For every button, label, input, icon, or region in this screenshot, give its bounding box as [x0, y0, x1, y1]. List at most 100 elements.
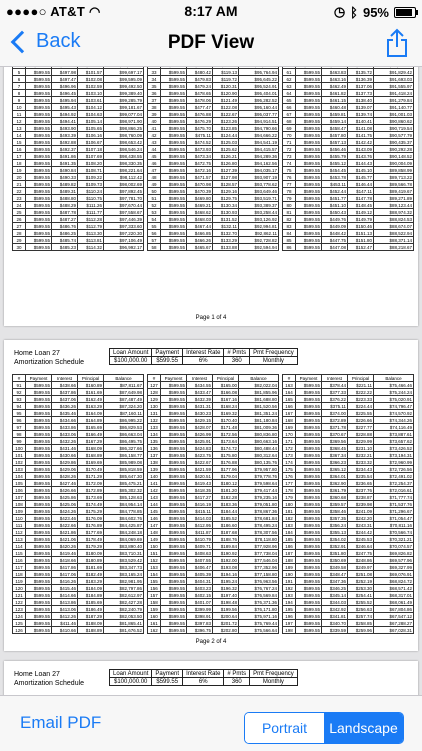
table-cell: $94,289.36 [238, 152, 279, 160]
table-cell: 165 [282, 395, 296, 403]
table-cell: $245.53 [347, 535, 374, 543]
table-cell: 112 [12, 528, 26, 536]
table-cell: $85,302.32 [103, 486, 144, 494]
table-cell: $421.06 [51, 535, 78, 543]
table-row: 61 $599.55 $463.83 $135.72 $91,829.42 [282, 68, 414, 76]
table-row: 167 $599.55 $374.00 $225.55 $74,570.92 [282, 409, 414, 417]
table-cell: $497.47 [51, 75, 78, 83]
table-cell: $412.26 [51, 612, 78, 620]
table-cell: 148 [147, 528, 161, 536]
portrait-segment[interactable]: Portrait [245, 713, 324, 743]
table-row: 50 $599.55 $470.39 $129.16 $93,649.46 [147, 187, 279, 195]
table-cell: $426.66 [51, 486, 78, 494]
table-cell: $491.86 [51, 152, 78, 160]
table-cell: 78 [282, 187, 296, 195]
table-cell: $180.89 [77, 556, 104, 564]
table-cell: $188.09 [77, 619, 104, 627]
table-row: 39 $599.55 $476.88 $122.67 $95,037.77 [147, 110, 279, 118]
table-cell: $80,836.80 [238, 430, 279, 438]
table-cell: 33 [147, 68, 161, 76]
table-cell: $167.16 [212, 395, 239, 403]
table-row: 128 $599.55 $433.47 $166.08 $81,855.96 [147, 388, 279, 396]
table-cell: $372.89 [321, 416, 348, 424]
table-cell: $406.47 [186, 563, 213, 571]
table-cell: $470.98 [186, 180, 213, 188]
summary-value: 360 [223, 677, 251, 686]
table-cell: $169.69 [77, 458, 104, 466]
table-row: 41 $599.55 $475.70 $123.85 $94,790.66 [147, 124, 279, 132]
table-cell: $490.33 [51, 173, 78, 181]
table-cell: $347.36 [321, 577, 348, 585]
table-row: 13 $599.55 $493.90 $105.65 $98,866.25 [12, 124, 144, 132]
table-cell: 149 [147, 535, 161, 543]
table-row: 37 $599.55 $478.06 $121.49 $95,282.52 [147, 96, 279, 104]
table-cell: $370.67 [321, 430, 348, 438]
table-cell: $106.67 [77, 138, 104, 146]
table-cell: $164.09 [77, 409, 104, 417]
table-cell: $86,327.66 [103, 444, 144, 452]
table-cell: $151.80 [347, 236, 374, 244]
table-cell: $90,860.62 [373, 117, 414, 125]
table-cell: 117 [12, 563, 26, 571]
table-cell: $145.77 [347, 173, 374, 181]
table-cell: $599.55 [160, 159, 187, 167]
table-cell: $599.55 [160, 96, 187, 104]
table-cell: $599.55 [25, 236, 52, 244]
table-cell: $599.55 [160, 493, 187, 501]
table-cell: $98,438.55 [103, 152, 144, 160]
table-cell: $599.55 [295, 598, 322, 606]
landscape-segment[interactable]: Landscape [324, 713, 403, 743]
table-cell: $599.55 [295, 591, 322, 599]
table-cell: $89,713.22 [373, 173, 414, 181]
table-cell: $599.55 [25, 75, 52, 83]
pdf-viewer[interactable]: 3$599.55$499.00$100.55$99,899.804$599.55… [0, 67, 422, 695]
table-cell: 110 [12, 514, 26, 522]
table-row: 126 $599.55 $410.66 $188.89 $81,676.52 [12, 626, 144, 634]
table-cell: $486.76 [51, 222, 78, 230]
table-cell: $76,371.36 [238, 598, 279, 606]
table-cell: $599.55 [295, 215, 322, 223]
table-cell: $143.09 [347, 145, 374, 153]
table-cell: 128 [147, 388, 161, 396]
table-cell: $364.01 [321, 472, 348, 480]
table-cell: $599.55 [25, 180, 52, 188]
table-cell: $231.10 [347, 444, 374, 452]
table-cell: $111.77 [77, 208, 104, 216]
table-cell: $72,960.99 [373, 458, 414, 466]
table-cell: $85,647.30 [103, 472, 144, 480]
table-cell: $132.70 [212, 229, 239, 237]
email-pdf-button[interactable]: Email PDF [20, 713, 101, 733]
share-icon[interactable] [386, 28, 408, 58]
page-title: PDF View [167, 32, 255, 53]
table-cell: 150 [147, 542, 161, 550]
table-cell: $599.55 [160, 110, 187, 118]
table-cell: $99,181.67 [103, 103, 144, 111]
table-cell: $84,602.76 [103, 514, 144, 522]
page-number: Page 2 of 4 [195, 639, 227, 645]
table-cell: $146.44 [347, 180, 374, 188]
table-cell: $94,914.51 [238, 117, 279, 125]
table-cell: 152 [147, 556, 161, 564]
table-row: 76 $599.55 $453.78 $145.77 $89,713.22 [282, 173, 414, 181]
table-cell: 10 [12, 103, 26, 111]
table-cell: $469.21 [186, 201, 213, 209]
table-cell: $129.16 [212, 187, 239, 195]
table-cell: $90,577.79 [373, 131, 414, 139]
table-row: 164 $599.55 $377.33 $222.22 $75,244.24 [282, 388, 414, 396]
table-row: 96 $599.55 $434.66 $164.89 $86,995.22 [12, 416, 144, 424]
table-cell: $68,571.42 [373, 584, 414, 592]
document-title-line2: Amortization Schedule [14, 680, 85, 687]
table-cell: 83 [282, 222, 296, 230]
table-cell: $185.69 [77, 598, 104, 606]
table-row: 54 $599.55 $468.03 $131.52 $93,126.92 [147, 215, 279, 223]
table-cell: 181 [282, 507, 296, 515]
table-cell: 106 [12, 486, 26, 494]
table-cell: $599.55 [25, 145, 52, 153]
table-cell: $398.91 [186, 612, 213, 620]
table-cell: $599.55 [160, 138, 187, 146]
table-cell: $467.44 [186, 222, 213, 230]
table-cell: $599.55 [160, 236, 187, 244]
table-cell: $161.69 [77, 388, 104, 396]
table-cell: $93,258.44 [238, 208, 279, 216]
table-row: 69 $599.55 $458.47 $141.08 $90,719.54 [282, 124, 414, 132]
